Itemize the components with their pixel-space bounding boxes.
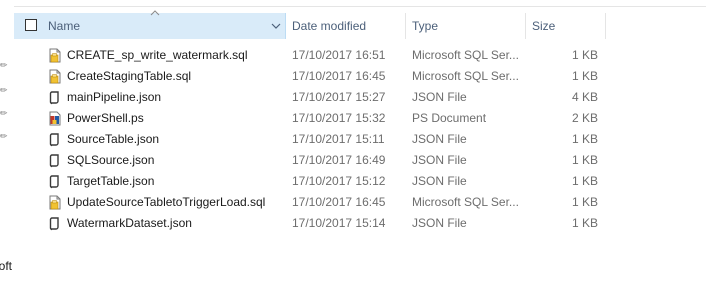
file-name: SQLSource.json <box>67 153 155 167</box>
sql-file-icon <box>48 69 62 84</box>
file-name: CREATE_sp_write_watermark.sql <box>67 48 248 62</box>
column-header-date[interactable]: Date modified <box>286 13 406 39</box>
file-name: CreateStagingTable.sql <box>67 69 192 83</box>
file-row[interactable]: WatermarkDataset.json 17/10/2017 15:14 JSO… <box>14 213 706 234</box>
file-date-modified: 17/10/2017 16:51 <box>292 48 386 62</box>
file-size: 1 KB <box>571 174 598 188</box>
file-list: CREATE_sp_write_watermark.sql 17/10/2017 … <box>14 45 706 234</box>
file-date-modified: 17/10/2017 15:14 <box>292 216 386 230</box>
pin-icon[interactable]: ✏ <box>0 131 8 141</box>
file-date-modified: 17/10/2017 16:45 <box>292 69 386 83</box>
file-size: 2 KB <box>571 111 598 125</box>
pin-icon[interactable]: ✏ <box>0 108 8 118</box>
file-name: PowerShell.ps <box>67 111 144 125</box>
file-row[interactable]: UpdateSourceTabletoTriggerLoad.sql 17/10/… <box>14 192 706 213</box>
sql-file-icon <box>48 48 62 63</box>
file-size: 1 KB <box>571 132 598 146</box>
navigation-pane: ✏ ✏ ✏ ✏ oft <box>0 0 12 293</box>
file-type: Microsoft SQL Ser... <box>412 195 519 209</box>
file-date-modified: 17/10/2017 15:32 <box>292 111 386 125</box>
file-name: TargetTable.json <box>67 174 155 188</box>
json-file-icon <box>48 216 62 231</box>
file-date-modified: 17/10/2017 15:27 <box>292 90 386 104</box>
column-header-type[interactable]: Type <box>406 13 526 39</box>
column-header-name-label: Name <box>48 19 81 33</box>
file-row[interactable]: TargetTable.json 17/10/2017 15:12 JSON Fil… <box>14 171 706 192</box>
pin-icon[interactable]: ✏ <box>0 60 8 70</box>
file-type: PS Document <box>412 111 487 125</box>
file-row[interactable]: CreateStagingTable.sql 17/10/2017 16:45 Mi… <box>14 66 706 87</box>
file-size: 4 KB <box>571 90 598 104</box>
file-name: UpdateSourceTabletoTriggerLoad.sql <box>67 195 266 209</box>
column-header-row: Name Date modified Type Size <box>14 10 706 39</box>
file-name: mainPipeline.json <box>67 90 162 104</box>
file-type: JSON File <box>412 90 467 104</box>
file-type: Microsoft SQL Ser... <box>412 69 519 83</box>
file-type: JSON File <box>412 132 467 146</box>
chevron-up-icon <box>150 10 160 16</box>
file-name: SourceTable.json <box>67 132 160 146</box>
column-header-type-label: Type <box>412 19 439 33</box>
file-type: JSON File <box>412 174 467 188</box>
column-header-size-label: Size <box>532 19 556 33</box>
nav-item-label[interactable]: oft <box>0 259 12 273</box>
json-file-icon <box>48 132 62 147</box>
column-header-size[interactable]: Size <box>526 13 606 39</box>
file-size: 1 KB <box>571 153 598 167</box>
file-type: Microsoft SQL Ser... <box>412 48 519 62</box>
column-header-date-label: Date modified <box>292 19 367 33</box>
ps-file-icon <box>48 111 62 126</box>
file-size: 1 KB <box>571 216 598 230</box>
json-file-icon <box>48 174 62 189</box>
file-date-modified: 17/10/2017 15:11 <box>292 132 385 146</box>
column-header-name[interactable]: Name <box>14 10 286 39</box>
file-size: 1 KB <box>571 195 598 209</box>
file-type: JSON File <box>412 216 467 230</box>
address-bar-edge <box>14 0 706 7</box>
file-date-modified: 17/10/2017 16:45 <box>292 195 386 209</box>
json-file-icon <box>48 153 62 168</box>
file-date-modified: 17/10/2017 15:12 <box>292 174 386 188</box>
file-row[interactable]: PowerShell.ps 17/10/2017 15:32 PS Document… <box>14 108 706 129</box>
file-name: WatermarkDataset.json <box>67 216 192 230</box>
pin-icon[interactable]: ✏ <box>0 85 8 95</box>
file-date-modified: 17/10/2017 16:49 <box>292 153 386 167</box>
select-all-checkbox[interactable] <box>25 19 37 31</box>
file-row[interactable]: SourceTable.json 17/10/2017 15:11 JSON Fil… <box>14 129 706 150</box>
file-size: 1 KB <box>571 48 598 62</box>
file-row[interactable]: SQLSource.json 17/10/2017 16:49 JSON File 1… <box>14 150 706 171</box>
file-row[interactable]: CREATE_sp_write_watermark.sql 17/10/2017 … <box>14 45 706 66</box>
chevron-down-icon[interactable] <box>271 22 281 30</box>
json-file-icon <box>48 90 62 105</box>
sql-file-icon <box>48 195 62 210</box>
file-size: 1 KB <box>571 69 598 83</box>
file-type: JSON File <box>412 153 467 167</box>
file-row[interactable]: mainPipeline.json 17/10/2017 15:27 JSON Fi… <box>14 87 706 108</box>
